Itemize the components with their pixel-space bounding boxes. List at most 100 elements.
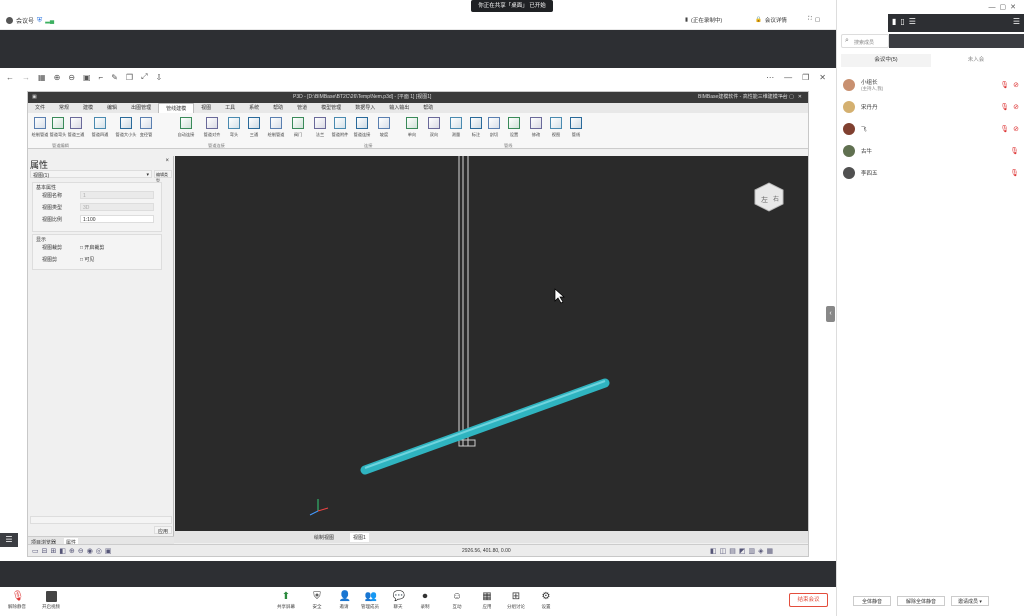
back-icon[interactable]: ← (6, 73, 14, 82)
menu-item[interactable]: 管道 (290, 103, 314, 113)
mute-button[interactable]: 🎙 解除静音 (6, 591, 28, 610)
camera-off-icon[interactable]: ⊘ (1013, 103, 1019, 111)
ribbon-button[interactable] (68, 116, 84, 130)
crop-icon[interactable]: ⌐ (99, 73, 104, 82)
ribbon-button[interactable] (226, 116, 242, 130)
window-mode-icons[interactable]: ⛶ ▢ (808, 16, 820, 23)
control-button[interactable]: ⊞ 分组讨论 (505, 591, 527, 610)
ribbon-button[interactable] (404, 116, 420, 130)
ribbon-button[interactable] (568, 116, 584, 130)
recording-status[interactable]: ▮ (正在录制中) (685, 16, 722, 24)
panel-close-icon[interactable]: × (165, 158, 169, 164)
ribbon-button[interactable] (32, 116, 48, 130)
tab-in-meeting[interactable]: 会议中(5) (841, 54, 931, 67)
ribbon-button[interactable] (50, 116, 66, 130)
mic-muted-icon[interactable]: 🎙 (1000, 81, 1009, 89)
menu-item[interactable]: 编辑 (100, 103, 124, 113)
edit-icon[interactable]: ✎ (111, 73, 118, 82)
ribbon-button[interactable] (528, 116, 544, 130)
panel-menu-icon[interactable]: ☰ (1013, 17, 1020, 26)
ribbon-button[interactable] (204, 116, 220, 130)
ribbon-button[interactable] (118, 116, 134, 130)
fit-icon[interactable]: ▣ (83, 73, 91, 82)
ribbon-button[interactable] (448, 116, 464, 130)
tab-drawing-view[interactable]: 绘制视图 (314, 534, 334, 541)
mute-all-button[interactable]: 全体静音 (853, 596, 892, 606)
ribbon-button[interactable] (246, 116, 262, 130)
status-right-icons[interactable]: ◧◫▤◩▥◈▦ (710, 547, 776, 555)
ribbon-button[interactable] (376, 116, 392, 130)
control-button[interactable]: ⬆ 共享屏幕 (275, 591, 297, 610)
control-button[interactable]: ⛨ 安全 (306, 591, 328, 610)
collapse-panel-button[interactable]: ‹ (826, 306, 835, 322)
display-checkbox[interactable]: □ 可见 (80, 256, 94, 263)
control-button[interactable]: ▦ 应用 (476, 591, 498, 610)
menu-item[interactable]: 建模 (76, 103, 100, 113)
ribbon-button[interactable] (290, 116, 306, 130)
member-toolbar[interactable] (889, 34, 1024, 48)
ribbon-button[interactable] (468, 116, 484, 130)
property-value-field[interactable]: 1 (80, 191, 154, 199)
forward-icon[interactable]: → (22, 73, 30, 82)
ribbon-button[interactable] (426, 116, 442, 130)
ribbon-button[interactable] (138, 116, 154, 130)
menu-item[interactable]: 帮助 (266, 103, 290, 113)
status-tool-icons[interactable]: ▭⊟⊞◧⊕⊖◉◎▣ (32, 547, 115, 555)
expand-icon[interactable]: ⤢ (141, 72, 147, 82)
close-icon[interactable]: ✕ (819, 73, 826, 82)
panel-scrollbar[interactable] (30, 516, 172, 524)
ribbon-button[interactable] (548, 116, 564, 130)
control-button[interactable]: ⚙ 设置 (535, 591, 557, 610)
tab-view-1[interactable]: 视图1 (350, 533, 369, 542)
menu-item[interactable]: 工具 (218, 103, 242, 113)
main-window-controls[interactable]: —▢✕ (989, 3, 1020, 11)
ribbon-button[interactable] (178, 116, 194, 130)
video-button[interactable]: 开启视频 (40, 591, 62, 610)
zoom-in-icon[interactable]: ⊕ (54, 73, 61, 82)
layout-icon[interactable]: ▢ (815, 17, 820, 23)
minimize-icon[interactable]: — (784, 73, 792, 82)
copy-icon[interactable]: ❐ (126, 73, 133, 82)
control-button[interactable]: 👤 邀请 (333, 591, 355, 610)
end-meeting-button[interactable]: 结束会议 (789, 593, 828, 607)
camera-off-icon[interactable]: ⊘ (1013, 81, 1019, 89)
menu-item[interactable]: 常规 (52, 103, 76, 113)
panel-view-icons[interactable]: ▮▯☰ (892, 17, 920, 26)
fullscreen-icon[interactable]: ⛶ (808, 16, 812, 23)
control-button[interactable]: ☺ 互动 (446, 591, 468, 610)
ribbon-button[interactable] (506, 116, 522, 130)
invite-button[interactable]: 邀请成员 ▾ (951, 596, 989, 606)
ribbon-button[interactable] (92, 116, 108, 130)
menu-item[interactable]: 文件 (28, 103, 52, 113)
view-selector[interactable]: 视图(1) ▾ (30, 170, 152, 179)
mic-muted-icon[interactable]: 🎙 (1000, 125, 1009, 133)
ribbon-button[interactable] (312, 116, 328, 130)
more-icon[interactable]: ⋯ (766, 73, 774, 82)
app-window-controls[interactable]: —▢✕ (780, 92, 806, 103)
mic-muted-icon[interactable]: 🎙 (1010, 169, 1019, 177)
property-value-field[interactable]: 1:100 (80, 215, 154, 223)
menu-item[interactable]: 数据导入 (348, 103, 382, 113)
restore-icon[interactable]: ❐ (802, 73, 809, 82)
control-button[interactable]: 👥 管理成员 (359, 591, 381, 610)
participant-row[interactable]: 宋丹丹 🎙 ⊘ (843, 98, 1019, 116)
menu-item[interactable]: 输入输出 (382, 103, 416, 113)
menu-item[interactable]: 帮助 (416, 103, 440, 113)
menu-item[interactable]: 管线建模 (158, 103, 195, 113)
participant-row[interactable]: 李四五 🎙 (843, 164, 1019, 182)
ribbon-button[interactable] (268, 116, 284, 130)
grid-icon[interactable]: ▦ (38, 73, 46, 82)
participant-row[interactable]: 古牛 🎙 (843, 142, 1019, 160)
mic-muted-icon[interactable]: 🎙 (1000, 103, 1009, 111)
apply-button[interactable]: 应用 (154, 526, 172, 535)
mic-muted-icon[interactable]: 🎙 (1010, 147, 1019, 155)
meeting-details[interactable]: 🔒 会议详情 (755, 16, 787, 24)
control-button[interactable]: ⏺ 录制 (414, 591, 436, 610)
participant-row[interactable]: 飞 🎙 ⊘ (843, 120, 1019, 138)
search-box[interactable]: ⌕ 搜索成员 (841, 34, 889, 48)
property-value-field[interactable]: 3D (80, 203, 154, 211)
ribbon-button[interactable] (486, 116, 502, 130)
edit-type-button[interactable]: 编辑类型 (154, 170, 172, 183)
zoom-out-icon[interactable]: ⊖ (68, 73, 75, 82)
3d-viewport[interactable]: 左 右 (175, 156, 808, 531)
